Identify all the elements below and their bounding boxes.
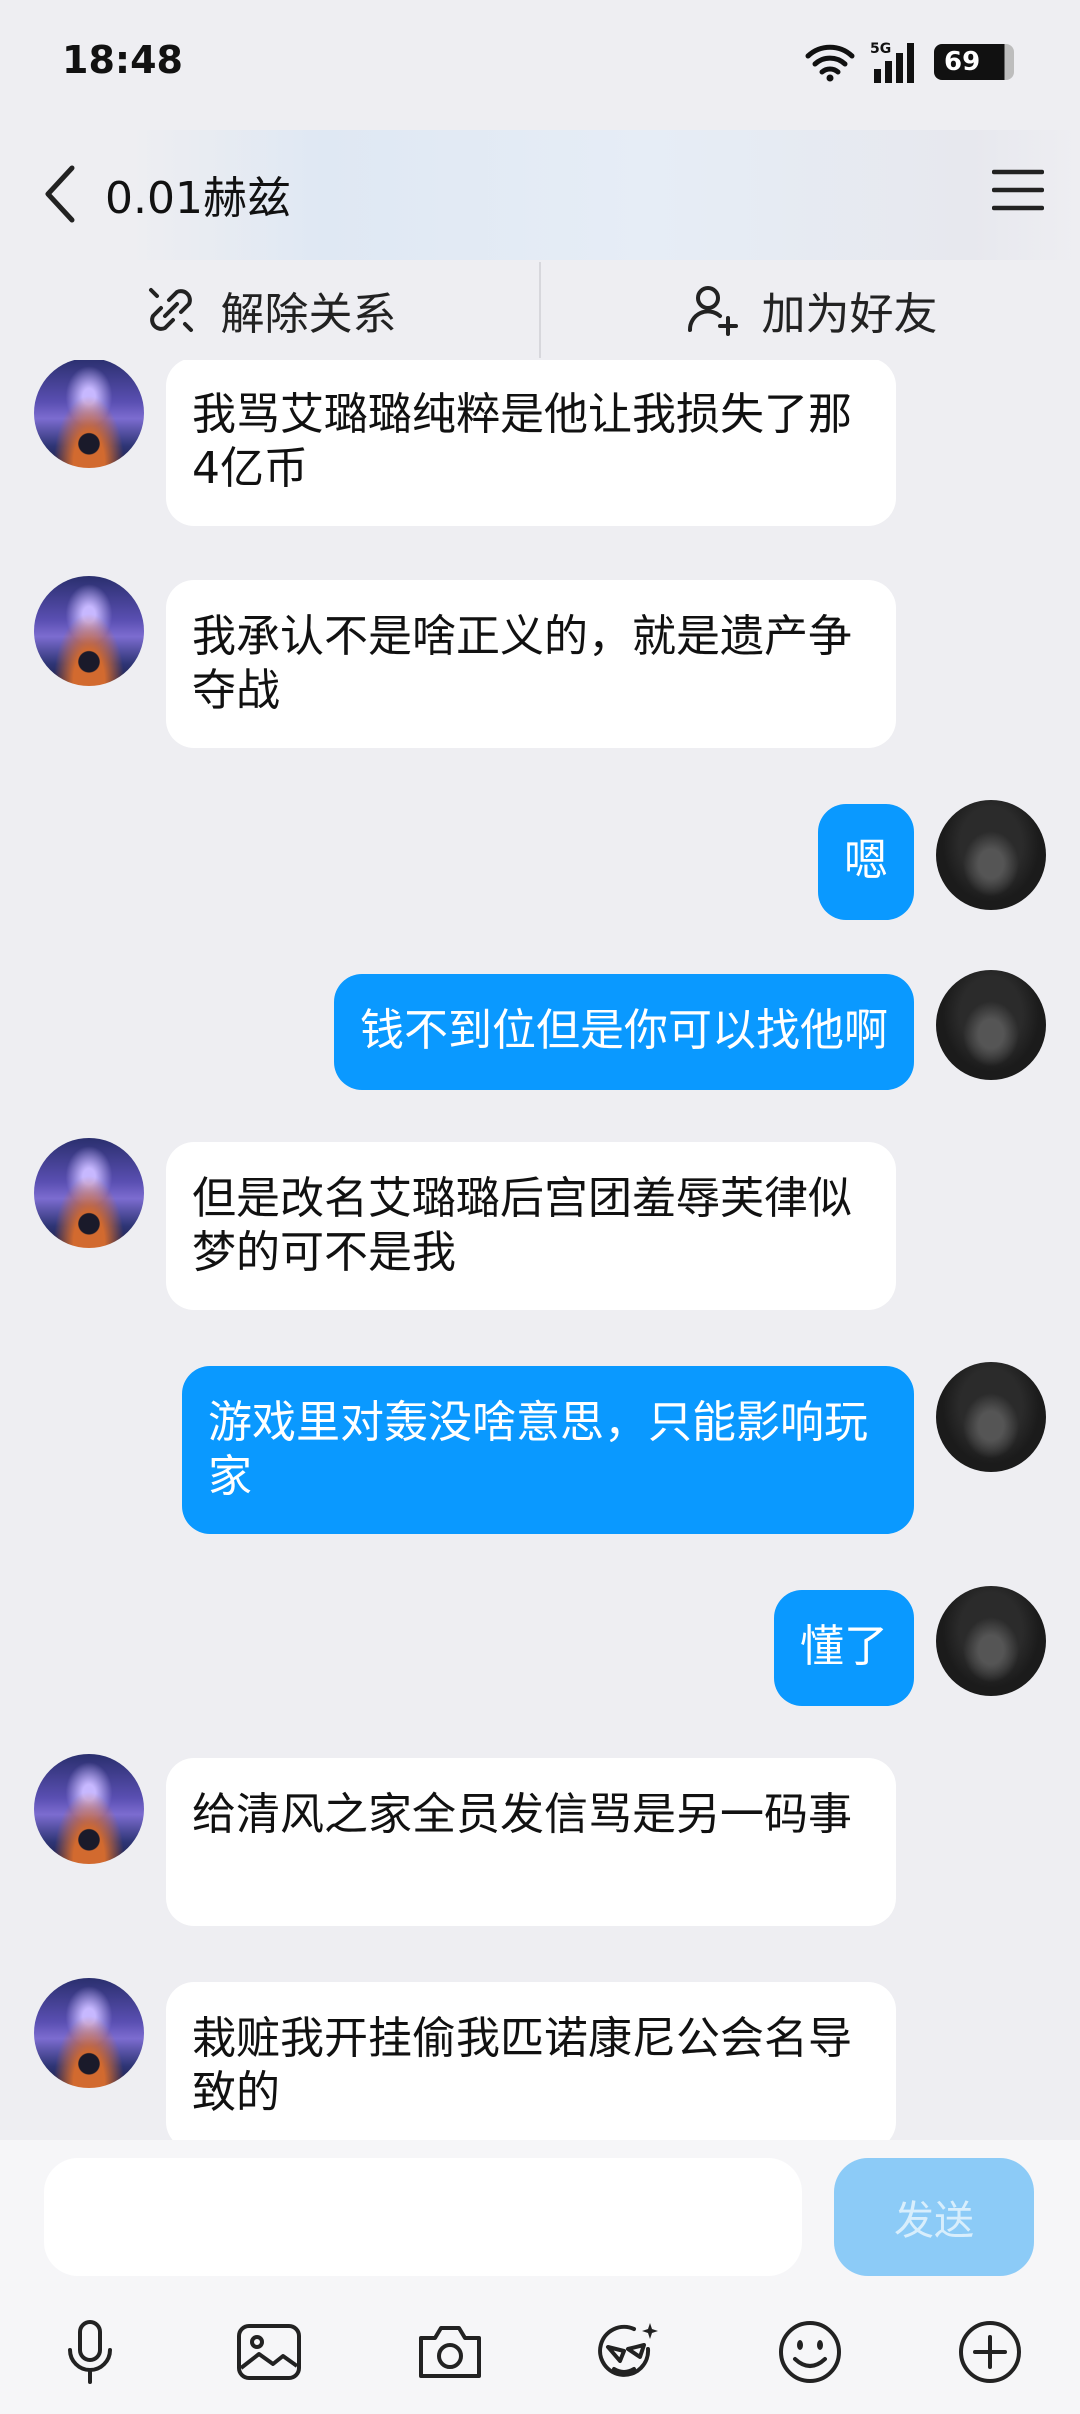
message-bubble[interactable]: 嗯: [818, 804, 914, 920]
network-type: 5G: [870, 41, 891, 57]
relationship-action-bar: 解除关系 加为好友: [0, 260, 1080, 360]
message-bubble[interactable]: 给清风之家全员发信骂是另一码事: [166, 1758, 896, 1926]
message-bubble[interactable]: 栽赃我开挂偷我匹诺康尼公会名导致的: [166, 1982, 896, 2140]
unlink-label: 解除关系: [220, 289, 397, 340]
avatar[interactable]: [936, 1362, 1046, 1472]
menu-icon: [992, 169, 1044, 211]
send-button[interactable]: 发送: [834, 2158, 1034, 2276]
signal-icon: 5G: [870, 41, 914, 83]
avatar[interactable]: [936, 1586, 1046, 1696]
status-bar: 18:48 5G 69: [0, 0, 1080, 125]
message-list[interactable]: 我骂艾璐璐纯粹是他让我损失了那4亿币 我承认不是啥正义的，就是遗产争夺战 嗯 钱…: [0, 360, 1080, 2140]
avatar[interactable]: [936, 800, 1046, 910]
battery-indicator: 69: [934, 44, 1014, 80]
message-bubble[interactable]: 但是改名艾璐璐后宫团羞辱芙律似梦的可不是我: [166, 1142, 896, 1310]
sticker-button[interactable]: [589, 2312, 669, 2392]
battery-level: 69: [944, 47, 981, 77]
chevron-left-icon: [45, 165, 75, 223]
camera-icon: [419, 2326, 481, 2378]
add-user-icon: [687, 286, 738, 336]
unlink-icon: [148, 288, 193, 332]
message-bubble[interactable]: 钱不到位但是你可以找他啊: [334, 974, 914, 1090]
avatar[interactable]: [34, 576, 144, 686]
composer-toolbar: [0, 2300, 1080, 2400]
avatar[interactable]: [34, 1978, 144, 2088]
emoji-button[interactable]: [770, 2312, 850, 2392]
message-bubble[interactable]: 我承认不是啥正义的，就是遗产争夺战: [166, 580, 896, 748]
plus-icon: [959, 2321, 1021, 2383]
avatar[interactable]: [936, 970, 1046, 1080]
microphone-icon: [68, 2320, 112, 2384]
emoji-icon: [779, 2321, 841, 2383]
status-icons: 5G 69: [804, 40, 1014, 84]
status-time: 18:48: [62, 38, 183, 82]
wifi-icon: [805, 44, 855, 82]
gallery-button[interactable]: [229, 2312, 309, 2392]
message-bubble[interactable]: 游戏里对轰没啥意思，只能影响玩家: [182, 1366, 914, 1534]
chat-header: 0.01赫兹: [0, 130, 1080, 260]
message-input[interactable]: [44, 2158, 802, 2276]
unlink-button[interactable]: 解除关系: [0, 260, 539, 360]
chat-title: 0.01赫兹: [105, 173, 291, 224]
menu-button[interactable]: [986, 158, 1050, 222]
composer: 发送: [0, 2140, 1080, 2414]
add-friend-label: 加为好友: [761, 289, 938, 340]
message-bubble[interactable]: 我骂艾璐璐纯粹是他让我损失了那4亿币: [166, 360, 896, 526]
camera-button[interactable]: [410, 2312, 490, 2392]
voice-button[interactable]: [50, 2312, 130, 2392]
avatar[interactable]: [34, 1138, 144, 1248]
sticker-icon: [598, 2323, 658, 2377]
avatar[interactable]: [34, 360, 144, 468]
avatar[interactable]: [34, 1754, 144, 1864]
add-friend-button[interactable]: 加为好友: [541, 260, 1080, 360]
message-bubble[interactable]: 懂了: [774, 1590, 914, 1706]
back-button[interactable]: [30, 154, 90, 234]
image-icon: [237, 2324, 301, 2380]
more-button[interactable]: [950, 2312, 1030, 2392]
